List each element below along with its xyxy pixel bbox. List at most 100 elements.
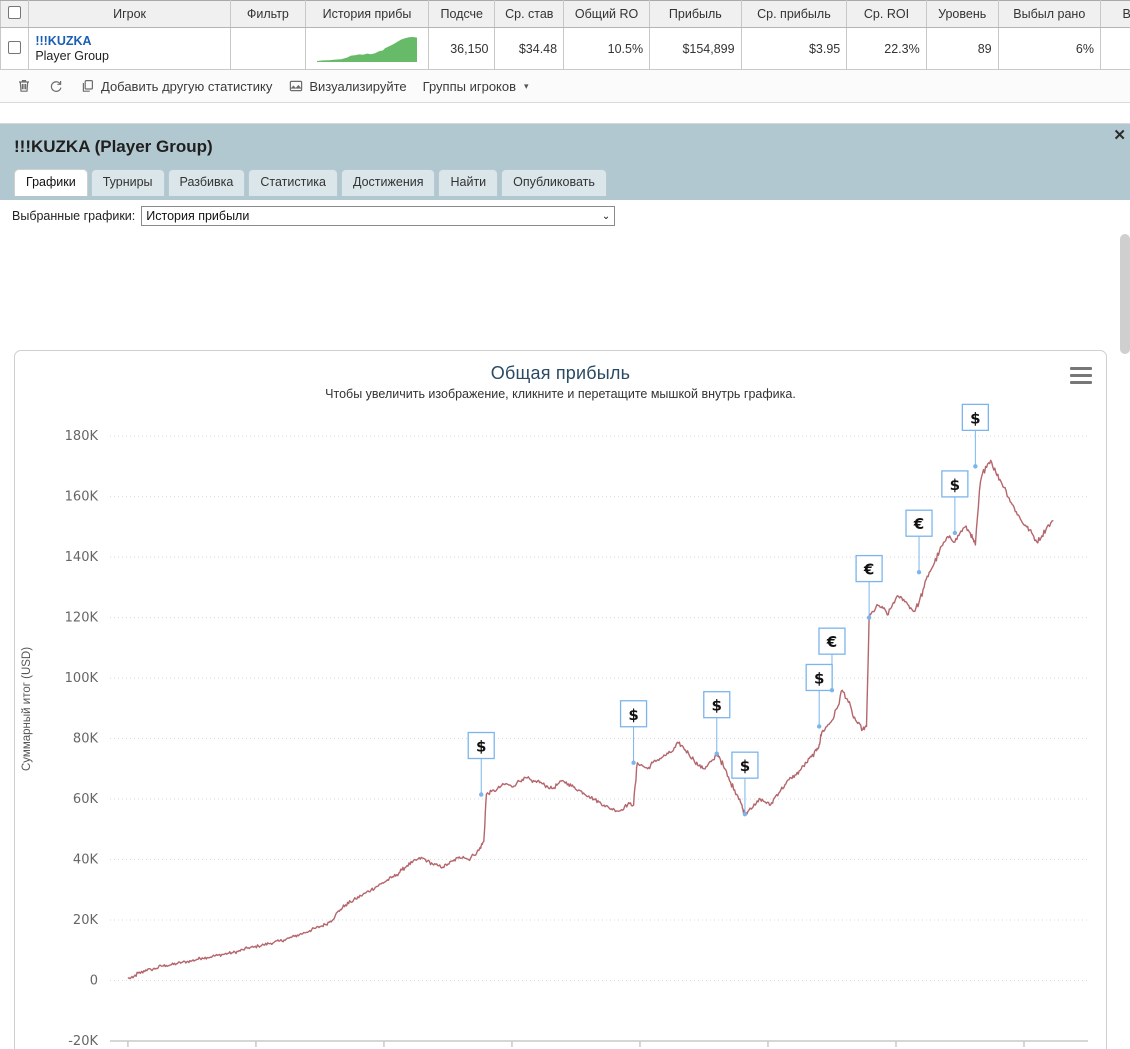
col-level-label: Уровень [938,7,987,21]
y-tick-label: 100K [65,671,99,686]
stats-table: Игрок Фильтр История прибы Подсче Ср. ст… [0,0,1130,70]
col-avg-roi-label: Ср. ROI [863,7,910,21]
tab-find[interactable]: Найти [438,169,499,196]
delete-button[interactable] [8,76,40,96]
col-profit-label: Прибыль [668,7,722,21]
y-tick-label: 80K [73,732,99,747]
tab-breakdown[interactable]: Разбивка [167,169,246,196]
significant-win-marker-label: $ [628,706,638,724]
col-total-roi[interactable]: Общий RO [563,0,651,28]
significant-win-marker-label: $ [740,757,750,775]
col-avg-roi[interactable]: Ср. ROI [846,0,927,28]
action-toolbar: Добавить другую статистику Визуализируйт… [0,70,1130,103]
col-count[interactable]: Подсче [428,0,496,28]
visualize-button[interactable]: Визуализируйте [280,76,414,96]
visualize-label: Визуализируйте [309,78,407,94]
vertical-scrollbar[interactable] [1120,234,1130,354]
panel-header: !!!KUZKA (Player Group) ✕ Графики Турнир… [0,124,1130,354]
chevron-down-icon: ▾ [524,80,529,91]
significant-win-marker-label: $ [712,697,722,715]
row-checkbox[interactable] [8,40,22,54]
tab-achievements[interactable]: Достижения [341,169,436,196]
refresh-icon [48,78,64,94]
tab-charts[interactable]: Графики [14,169,88,196]
row-checkbox-cell[interactable] [0,27,30,70]
col-level[interactable]: Уровень [925,0,999,28]
significant-win-marker-label: $ [950,476,960,494]
player-groups-label: Группы игроков [422,78,517,94]
col-history[interactable]: История прибы [304,0,430,28]
col-filter[interactable]: Фильтр [229,0,306,28]
col-history-label: История прибы [322,7,412,21]
y-tick-label: 140K [65,550,99,565]
col-count-label: Подсче [440,7,484,21]
tab-statistics[interactable]: Статистика [248,169,338,196]
y-tick-label: 40K [73,853,99,868]
profit-history-sparkline [316,36,417,62]
player-groups-dropdown[interactable]: Группы игроков ▾ [415,77,537,96]
y-tick-label: 160K [65,490,99,505]
cell-level: 89 [925,27,999,70]
cell-avg-stake: $34.48 [494,27,565,70]
chevron-down-icon: ⌄ [601,210,611,222]
add-another-stat-label: Добавить другую статистику [101,78,273,94]
significant-win-marker-label: € [826,633,837,651]
col-bust-early-2-label: Выбыл ран [1122,7,1130,21]
toolbar-spacer [0,103,1130,124]
trash-icon [16,78,32,94]
tab-publish[interactable]: Опубликовать [501,169,607,196]
select-all-checkbox[interactable] [8,6,22,19]
copy-icon [80,78,96,94]
significant-win-marker-label: $ [814,669,824,687]
significant-win-marker-label: $ [970,409,980,427]
add-another-stat-button[interactable]: Добавить другую статистику [72,76,280,96]
col-bust-early[interactable]: Выбыл рано [997,0,1101,28]
significant-win-marker-label: $ [476,738,486,756]
col-player[interactable]: Игрок [28,0,231,28]
profit-chart-plot[interactable]: -20K020K40K60K80K100K120K140K160K180K05k… [15,403,1106,1049]
chart-menu-icon[interactable] [1070,367,1092,388]
player-type-label: Player Group [35,48,109,63]
refresh-button[interactable] [40,76,72,96]
significant-win-marker-label: € [913,515,924,533]
y-tick-label: -20K [68,1034,98,1049]
y-tick-label: 60K [73,792,99,807]
cell-player[interactable]: !!!KUZKA Player Group [28,27,231,70]
page-title: !!!KUZKA (Player Group) [14,137,213,156]
cell-bust-early: 6% [997,27,1101,70]
col-avg-stake-label: Ср. став [505,7,554,21]
cell-avg-roi: 22.3% [846,27,927,70]
col-player-label: Игрок [113,7,147,21]
col-profit[interactable]: Прибыль [649,0,742,28]
col-avg-profit-label: Ср. прибыль [757,7,831,21]
close-icon[interactable]: ✕ [1113,128,1126,143]
col-avg-profit[interactable]: Ср. прибыль [740,0,848,28]
tab-bar: Графики Турниры Разбивка Статистика Дост… [14,169,607,196]
chart-subtitle: Чтобы увеличить изображение, кликните и … [325,387,796,401]
player-link[interactable]: !!!KUZKA [35,34,224,49]
y-tick-label: 180K [65,429,99,444]
table-header-row: Игрок Фильтр История прибы Подсче Ср. ст… [0,0,1130,28]
chart-select-label: Выбранные графики: [12,209,136,223]
cell-history-sparkline [304,27,430,70]
app-root: Игрок Фильтр История прибы Подсче Ср. ст… [0,0,1130,1049]
col-avg-stake[interactable]: Ср. став [494,0,565,28]
col-bust-early-2[interactable]: Выбыл ран [1099,0,1130,28]
chart-container: Общая прибыль Чтобы увеличить изображени… [14,350,1107,1049]
y-tick-label: 0 [90,974,98,989]
cell-filter[interactable] [229,27,306,70]
tab-tournaments[interactable]: Турниры [90,169,165,196]
chart-title: Общая прибыль [490,363,631,383]
col-select-all[interactable] [0,0,30,28]
cell-avg-profit: $3.95 [740,27,848,70]
chart-selector-row: Выбранные графики: История прибыли ⌄ [0,200,1130,226]
image-icon [288,78,304,94]
profit-line [127,459,1054,980]
col-filter-label: Фильтр [246,7,289,21]
table-row[interactable]: !!!KUZKA Player Group 36,150 $34.48 10.5… [0,27,1130,70]
cell-bust-early-2 [1099,27,1130,70]
cell-total-roi: 10.5% [563,27,651,70]
chart-select[interactable]: История прибыли ⌄ [141,206,616,226]
player-detail-panel: !!!KUZKA (Player Group) ✕ Графики Турнир… [0,124,1130,1049]
col-bust-early-label: Выбыл рано [1013,7,1086,21]
